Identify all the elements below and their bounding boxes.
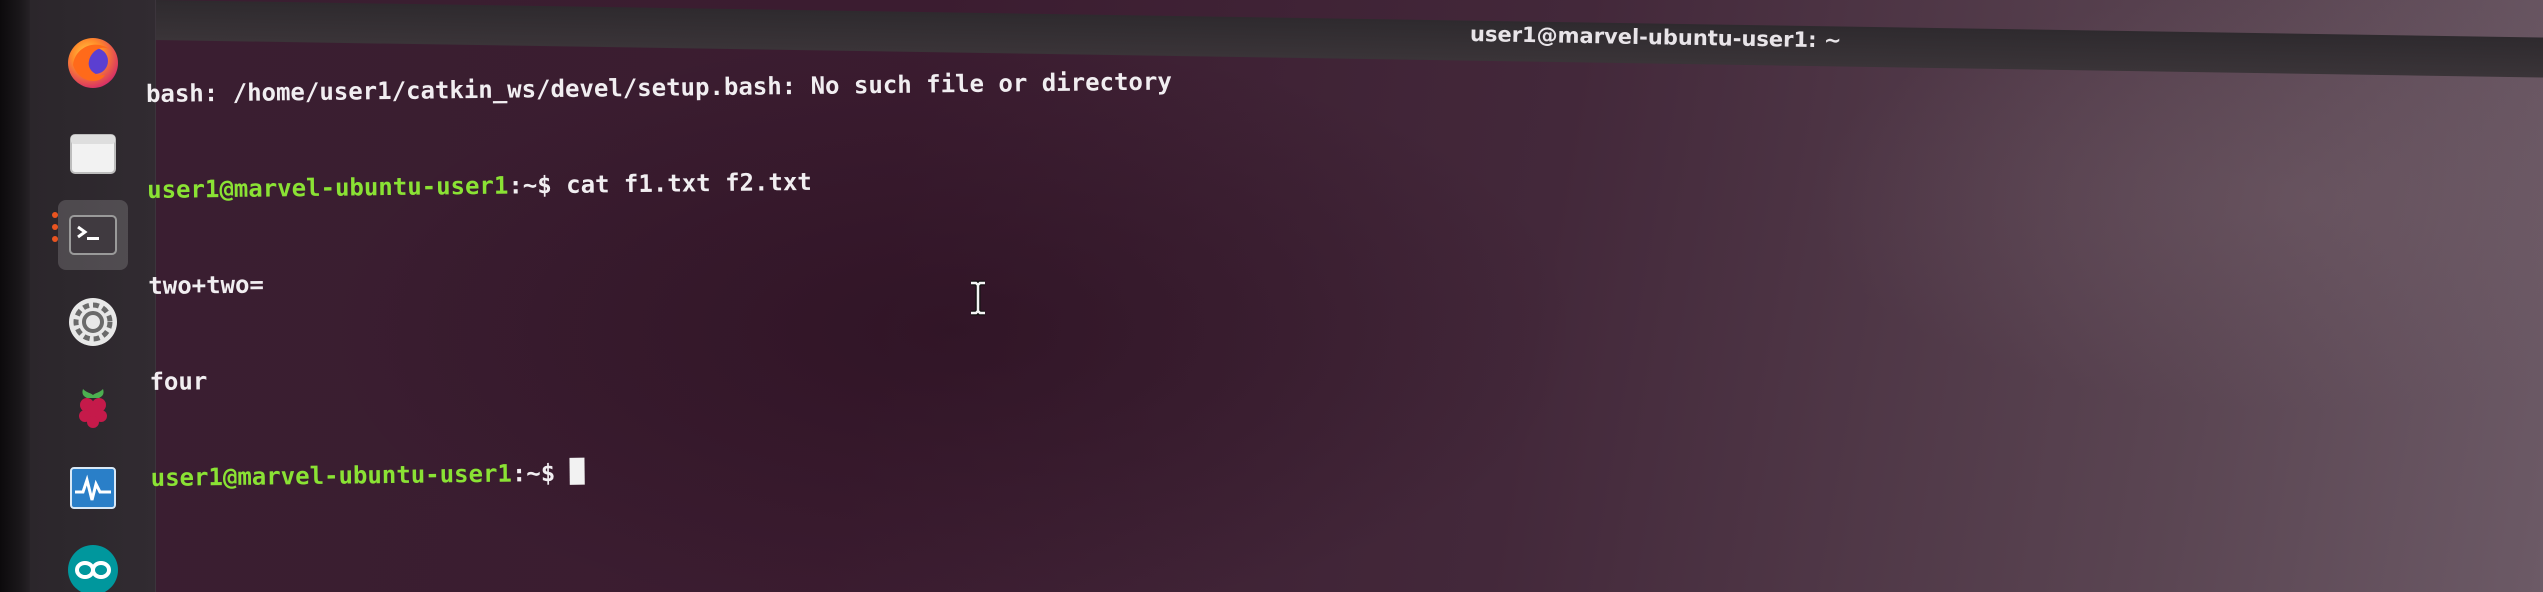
terminal-output[interactable]: bash: /home/user1/catkin_ws/devel/setup.…: [145, 1, 1177, 557]
ibeam-cursor-icon: [971, 280, 985, 316]
dock-item-settings[interactable]: [58, 287, 128, 357]
dock-item-terminal[interactable]: [58, 200, 128, 270]
command-text: cat f1.txt f2.txt: [551, 167, 812, 200]
command-text: [555, 459, 570, 487]
raspberry-icon: [79, 389, 107, 428]
dock-item-arduino[interactable]: [58, 535, 128, 592]
dock-item-firefox[interactable]: [58, 28, 128, 98]
shell-prompt: user1@marvel-ubuntu-user1: [150, 459, 513, 492]
terminal-line-command: user1@marvel-ubuntu-user1:~$ cat f1.txt …: [147, 161, 1173, 206]
system-monitor-icon: [70, 467, 116, 509]
terminal-line-output: four: [149, 353, 1175, 398]
terminal-line-text: four: [149, 367, 208, 396]
text-cursor: [569, 457, 585, 485]
terminal-line-prompt: user1@marvel-ubuntu-user1:~$: [150, 449, 1176, 494]
desktop-screen: user1@marvel-ubuntu-user1: ~ bash: /home…: [0, 0, 2543, 592]
terminal-line-output: two+two=: [148, 257, 1174, 302]
gear-icon: [69, 298, 117, 346]
prompt-suffix: :~$: [508, 171, 552, 200]
firefox-icon: [68, 38, 118, 88]
terminal-line-text: bash: /home/user1/catkin_ws/devel/setup.…: [145, 67, 1172, 108]
terminal-line-text: two+two=: [148, 270, 265, 300]
dock-item-files[interactable]: [58, 118, 128, 188]
terminal-icon: [69, 215, 117, 255]
prompt-suffix: :~$: [511, 459, 556, 488]
arduino-icon: [68, 545, 118, 592]
monitor-bezel: [0, 0, 30, 592]
files-icon: [70, 134, 116, 174]
shell-prompt: user1@marvel-ubuntu-user1: [146, 171, 509, 204]
dock-item-system-monitor[interactable]: [58, 453, 128, 523]
dock: [30, 0, 156, 592]
terminal-line-error: bash: /home/user1/catkin_ws/devel/setup.…: [146, 65, 1172, 110]
dock-item-raspberry-pi[interactable]: [58, 370, 128, 440]
